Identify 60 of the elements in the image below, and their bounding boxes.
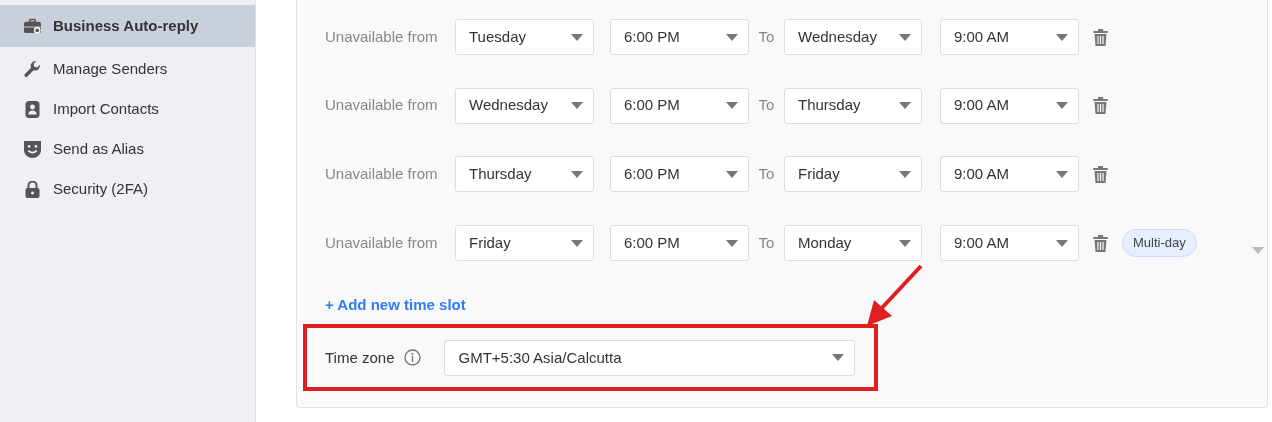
caret-icon [832,354,845,362]
timezone-dropdown[interactable]: GMT+5:30 Asia/Calcutta [444,339,856,376]
field-label: To [757,232,776,253]
trash-icon[interactable] [1093,165,1108,183]
info-icon[interactable] [404,349,422,367]
trash-icon[interactable] [1093,234,1108,252]
caret-icon [1056,102,1068,110]
day-dropdown[interactable]: Thursday [455,156,594,193]
field-label: Unavailable from [325,95,439,116]
sidebar-item[interactable]: Manage Senders [0,48,255,90]
time-dropdown[interactable]: 6:00 PM [610,87,749,124]
time-dropdown[interactable]: 6:00 PM [610,225,749,262]
add-time-slot-link[interactable]: + Add new time slot [325,293,466,317]
briefcase-icon [24,17,41,35]
caret-icon [571,170,583,178]
caret-icon [571,102,583,110]
caret-icon [726,170,738,178]
sidebar-item[interactable]: Import Contacts [0,88,255,130]
day-dropdown[interactable]: Friday [784,156,922,193]
time-dropdown[interactable]: 9:00 AM [940,87,1079,124]
field-label: Time zone [325,347,395,368]
caret-icon [899,239,911,247]
trash-icon[interactable] [1093,97,1108,115]
day-dropdown[interactable]: Monday [784,225,922,262]
time-dropdown[interactable]: 6:00 PM [610,19,749,55]
caret-icon [571,33,583,41]
field-label: Unavailable from [325,232,439,253]
sidebar-item[interactable]: Send as Alias [0,128,255,170]
caret-icon [899,33,911,41]
sidebar-item[interactable]: Security (2FA) [0,168,255,210]
lock-icon [24,180,41,198]
caret-icon [899,170,911,178]
day-dropdown[interactable]: Wednesday [455,87,594,124]
field-label: Unavailable from [325,26,439,47]
caret-icon [1056,170,1068,178]
field-label: Unavailable from [325,164,439,185]
caret-icon [726,102,738,110]
contact-card-icon [24,100,41,118]
day-dropdown[interactable]: Wednesday [784,19,922,55]
smiley-shield-icon [24,140,41,158]
field-label: To [757,26,776,47]
badge: Multi-day [1122,229,1197,257]
caret-icon [571,239,583,247]
wrench-icon [24,60,41,78]
caret-icon [899,102,911,110]
caret-icon [1056,239,1068,247]
day-dropdown[interactable]: Thursday [784,87,922,124]
trash-icon[interactable] [1093,28,1108,46]
field-label: To [757,95,776,116]
caret-icon [726,239,738,247]
field-label: To [757,164,776,185]
time-dropdown[interactable]: 6:00 PM [610,156,749,193]
day-dropdown[interactable]: Friday [455,225,594,262]
sidebar-item[interactable]: Business Auto-reply [0,5,255,47]
time-dropdown[interactable]: 9:00 AM [940,156,1079,193]
time-dropdown[interactable]: 9:00 AM [940,225,1079,262]
caret-icon [1056,33,1068,41]
time-dropdown[interactable]: 9:00 AM [940,19,1079,55]
day-dropdown[interactable]: Tuesday [455,19,594,55]
caret-icon [726,33,738,41]
